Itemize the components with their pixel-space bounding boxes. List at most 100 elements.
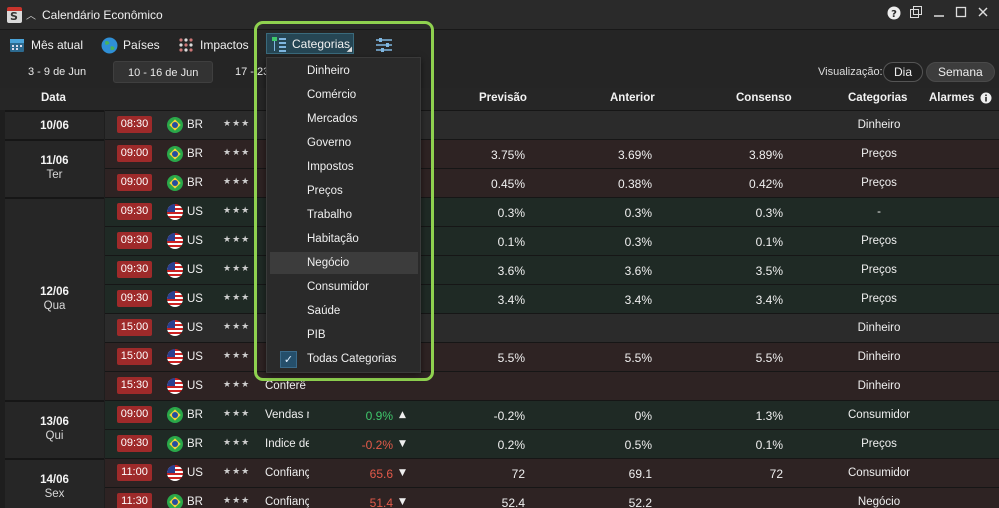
table-row[interactable]: 09:30US★★★I0.1%0.3%0.1%Preços [105, 226, 999, 255]
column-forecast[interactable]: Previsão [479, 92, 527, 104]
us-flag-icon [167, 262, 183, 278]
checkmark-icon[interactable]: ✓ [280, 351, 297, 368]
popout-icon[interactable] [907, 6, 925, 24]
us-flag-icon [167, 378, 183, 394]
dropdown-item-label: Consumidor [307, 281, 369, 293]
dropdown-item[interactable]: PIB [270, 324, 418, 346]
event-country: US [187, 293, 203, 305]
column-alarms[interactable]: Alarmes [929, 92, 974, 104]
dropdown-item[interactable]: Saúde [270, 300, 418, 322]
table-row[interactable]: 15:00US★★★IDinheiro [105, 313, 999, 342]
event-name[interactable]: Vendas n [265, 409, 309, 421]
calendar-icon [9, 37, 25, 53]
calendar-table: 10/06 11/06 Ter 12/06 Qua 13/06 Qui 14/0… [0, 110, 999, 508]
title-bar: S ︿ Calendário Econômico ? [0, 0, 999, 30]
dropdown-item[interactable]: Negócio [270, 252, 418, 274]
minimize-icon[interactable] [930, 6, 948, 24]
table-row[interactable]: 09:30 BR ★★★ Índice de -0.2% ▼ 0.2% 0.5% 0.1% Pre… [105, 429, 999, 458]
event-name[interactable]: Índice de [265, 438, 309, 450]
event-forecast: 3.75% [490, 148, 525, 162]
dropdown-item-label: Comércio [307, 89, 357, 101]
table-row[interactable]: 15:30 US ★★★ Conferê Dinheiro [105, 371, 999, 400]
dropdown-corner-icon: ◢ [346, 46, 352, 53]
us-flag-icon [167, 204, 183, 220]
maximize-icon[interactable] [952, 6, 970, 24]
dropdown-item-label: Impostos [307, 161, 354, 173]
us-flag-icon [167, 349, 183, 365]
dropdown-item-label: Negócio [307, 257, 350, 269]
impact-stars: ★★★ [223, 264, 251, 274]
event-consensus: 0.1% [755, 438, 783, 452]
dropdown-item[interactable]: Dinheiro [270, 60, 418, 82]
event-name[interactable]: Confianç [265, 496, 309, 508]
dropdown-item[interactable]: Trabalho [270, 204, 418, 226]
trend-arrow-icon: ▼ [399, 439, 406, 449]
column-previous[interactable]: Anterior [610, 92, 655, 104]
table-row[interactable]: 09:30US★★★I3.4%3.4%3.4%Preços [105, 284, 999, 313]
info-icon[interactable] [980, 92, 992, 107]
day-weekday: Qui [45, 430, 64, 442]
week-current[interactable]: 10 - 16 de Jun [113, 61, 214, 83]
br-flag-icon [167, 175, 183, 191]
day-cell: 13/06 Qui [5, 400, 104, 458]
countries-button[interactable]: Países [101, 34, 160, 56]
event-consensus: 0.1% [755, 235, 783, 249]
dropdown-item[interactable]: Consumidor [270, 276, 418, 298]
categories-button[interactable]: Categorias ◢ [266, 33, 354, 54]
table-row[interactable]: 09:30US★★★I3.6%3.6%3.5%Preços [105, 255, 999, 284]
close-icon[interactable] [974, 6, 992, 24]
dropdown-item[interactable]: Mercados [270, 108, 418, 130]
event-time: 09:30 [117, 203, 152, 220]
impacts-button[interactable]: Impactos [178, 34, 249, 56]
day-weekday: Qua [43, 300, 66, 312]
event-time: 09:00 [117, 174, 152, 191]
table-row[interactable]: 15:00US★★★I5.5%5.5%5.5%Dinheiro [105, 342, 999, 371]
dropdown-item[interactable]: Impostos [270, 156, 418, 178]
current-month-button[interactable]: Mês atual [9, 34, 83, 56]
column-consensus[interactable]: Consenso [736, 92, 792, 104]
table-row[interactable]: 11:00 US ★★★ Confianç 65.6 ▼ 72 69.1 72 Consumido… [105, 458, 999, 487]
event-previous: 69.1 [628, 467, 652, 481]
impact-stars: ★★★ [223, 293, 251, 303]
column-date[interactable]: Data [41, 92, 66, 104]
day-weekday: Ter [46, 169, 63, 181]
event-country: US [187, 206, 203, 218]
event-name[interactable]: Conferê [265, 380, 309, 392]
table-row[interactable]: 08:30BR★★★IDinheiro [105, 110, 999, 139]
table-row[interactable]: 09:30US★★★I0.3%0.3%0.3%- [105, 197, 999, 226]
event-country: BR [187, 409, 203, 421]
day-cell: 12/06 Qua [5, 197, 104, 400]
event-previous: 3.69% [617, 148, 652, 162]
event-country: BR [187, 148, 203, 160]
dropdown-item[interactable]: ✓ Todas Categorias [270, 348, 418, 370]
column-categories[interactable]: Categorias [848, 92, 907, 104]
event-name[interactable]: Confianç [265, 467, 309, 479]
impact-grid-icon [178, 37, 194, 53]
event-category: Preços [861, 264, 897, 276]
event-category: Consumidor [848, 467, 910, 479]
dropdown-item-label: Saúde [307, 305, 341, 317]
table-row[interactable]: 09:00BR★★★I0.45%0.38%0.42%Preços [105, 168, 999, 197]
dropdown-item[interactable]: Comércio [270, 84, 418, 106]
chevron-up-icon[interactable]: ︿ [26, 7, 36, 22]
event-country: US [187, 322, 203, 334]
br-flag-icon [167, 494, 183, 508]
table-row[interactable]: 09:00BR★★★I3.75%3.69%3.89%Preços [105, 139, 999, 168]
table-row[interactable]: 09:00 BR ★★★ Vendas n 0.9% ▲ -0.2% 0% 1.3% Consum… [105, 400, 999, 429]
event-country: US [187, 351, 203, 363]
event-forecast: 3.6% [497, 264, 525, 278]
us-flag-icon [167, 320, 183, 336]
app-logo-icon: S [7, 7, 22, 23]
dropdown-item[interactable]: Preços [270, 180, 418, 202]
dropdown-item[interactable]: Habitação [270, 228, 418, 250]
event-previous: 0% [634, 409, 652, 423]
table-row[interactable]: 11:30 BR ★★★ Confianç 51.4 ▼ 52.4 52.2 Negócio [105, 487, 999, 508]
help-icon[interactable]: ? [885, 6, 903, 24]
globe-icon [101, 37, 118, 54]
dropdown-item[interactable]: Governo [270, 132, 418, 154]
view-week-button[interactable]: Semana [926, 62, 995, 82]
view-day-button[interactable]: Dia [883, 62, 924, 82]
br-flag-icon [167, 117, 183, 133]
trend-arrow-icon: ▼ [399, 468, 406, 478]
week-prev[interactable]: 3 - 9 de Jun [14, 61, 100, 83]
